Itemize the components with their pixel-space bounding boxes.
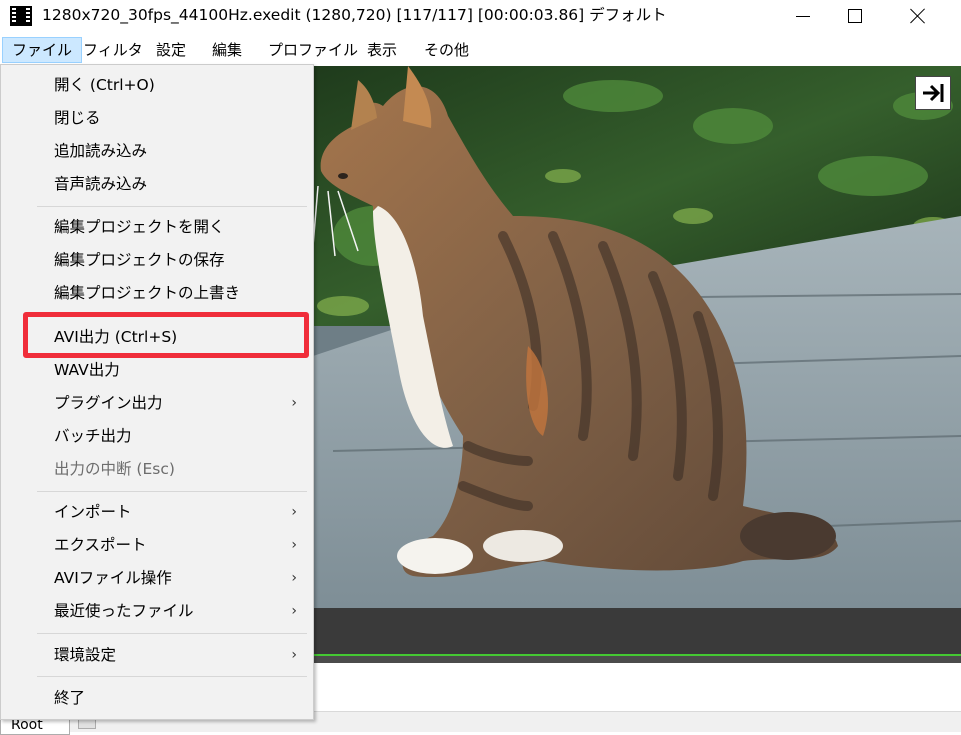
menu-item-label: 編集プロジェクトを開く bbox=[54, 218, 225, 236]
menu-filter[interactable]: フィルタ bbox=[74, 37, 152, 63]
menu-edit[interactable]: 編集 bbox=[203, 37, 251, 63]
menu-other[interactable]: その他 bbox=[415, 37, 478, 63]
video-preview bbox=[313, 66, 961, 608]
menu-item-open[interactable]: 開く (Ctrl+O) bbox=[3, 69, 311, 102]
menu-settings[interactable]: 設定 bbox=[147, 37, 195, 63]
preview-divider bbox=[313, 656, 961, 663]
menu-item-preferences[interactable]: 環境設定 › bbox=[3, 639, 311, 672]
menu-item-label: 終了 bbox=[54, 689, 86, 707]
menu-item-label: WAV出力 bbox=[54, 361, 120, 379]
menu-item-batch-output[interactable]: バッチ出力 bbox=[3, 420, 311, 453]
submenu-arrow-icon: › bbox=[291, 537, 297, 553]
film-icon bbox=[10, 6, 32, 26]
menu-item-abort-output: 出力の中断 (Esc) bbox=[3, 453, 311, 486]
menu-item-recent-files[interactable]: 最近使ったファイル › bbox=[3, 595, 311, 628]
menu-separator bbox=[37, 676, 307, 677]
timeline-area bbox=[313, 663, 961, 711]
menu-profile[interactable]: プロファイル bbox=[259, 37, 367, 63]
menu-item-export[interactable]: エクスポート › bbox=[3, 529, 311, 562]
annotation-highlight-box bbox=[23, 312, 309, 358]
menu-separator bbox=[37, 206, 307, 207]
menu-item-label: 環境設定 bbox=[54, 646, 117, 664]
title-bar: 1280x720_30fps_44100Hz.exedit (1280,720)… bbox=[0, 0, 961, 32]
minimize-button[interactable] bbox=[780, 0, 826, 32]
close-icon bbox=[910, 8, 926, 24]
window-title: 1280x720_30fps_44100Hz.exedit (1280,720)… bbox=[42, 6, 667, 24]
menu-file[interactable]: ファイル bbox=[2, 37, 83, 63]
menu-item-save-project[interactable]: 編集プロジェクトの保存 bbox=[3, 244, 311, 277]
menu-item-audio-load[interactable]: 音声読み込み bbox=[3, 168, 311, 201]
cat-preview-image bbox=[313, 66, 961, 608]
menu-item-label: 最近使ったファイル bbox=[54, 602, 194, 620]
menu-item-overwrite-project[interactable]: 編集プロジェクトの上書き bbox=[3, 277, 311, 310]
menu-item-label: 編集プロジェクトの保存 bbox=[54, 251, 225, 269]
menu-view[interactable]: 表示 bbox=[358, 37, 406, 63]
preview-dock-button[interactable] bbox=[915, 76, 951, 110]
menu-item-plugin-output[interactable]: プラグイン出力 › bbox=[3, 387, 311, 420]
maximize-button[interactable] bbox=[832, 0, 878, 32]
submenu-arrow-icon: › bbox=[291, 603, 297, 619]
menu-item-import[interactable]: インポート › bbox=[3, 496, 311, 529]
file-menu-dropdown: 開く (Ctrl+O) 閉じる 追加読み込み 音声読み込み 編集プロジェクトを開… bbox=[0, 64, 314, 720]
menu-item-label: エクスポート bbox=[54, 536, 147, 554]
menu-item-open-project[interactable]: 編集プロジェクトを開く bbox=[3, 211, 311, 244]
close-button[interactable] bbox=[895, 0, 941, 32]
menu-item-wav-output[interactable]: WAV出力 bbox=[3, 354, 311, 387]
menu-item-avi-file-ops[interactable]: AVIファイル操作 › bbox=[3, 562, 311, 595]
menu-item-append-load[interactable]: 追加読み込み bbox=[3, 135, 311, 168]
seek-bar[interactable] bbox=[313, 608, 961, 654]
submenu-arrow-icon: › bbox=[291, 647, 297, 663]
menu-item-exit[interactable]: 終了 bbox=[3, 682, 311, 715]
menu-item-close[interactable]: 閉じる bbox=[3, 102, 311, 135]
menu-item-label: 出力の中断 (Esc) bbox=[54, 460, 175, 478]
menu-item-label: 音声読み込み bbox=[54, 175, 148, 193]
menu-separator bbox=[37, 633, 307, 634]
menu-item-label: 閉じる bbox=[54, 109, 101, 127]
menu-item-label: 開く (Ctrl+O) bbox=[54, 76, 155, 94]
submenu-arrow-icon: › bbox=[291, 504, 297, 520]
submenu-arrow-icon: › bbox=[291, 395, 297, 411]
maximize-icon bbox=[848, 9, 862, 23]
menu-item-label: インポート bbox=[54, 503, 132, 521]
arrow-to-right-bar-icon bbox=[923, 84, 944, 102]
menu-item-label: プラグイン出力 bbox=[54, 394, 163, 412]
menu-item-label: 編集プロジェクトの上書き bbox=[54, 284, 241, 302]
menu-bar: ファイル フィルタ 設定 編集 プロファイル 表示 その他 bbox=[0, 34, 961, 64]
submenu-arrow-icon: › bbox=[291, 570, 297, 586]
menu-separator bbox=[37, 491, 307, 492]
minimize-icon bbox=[796, 15, 810, 17]
menu-item-label: 追加読み込み bbox=[54, 142, 148, 160]
menu-item-label: AVIファイル操作 bbox=[54, 569, 172, 587]
menu-item-label: バッチ出力 bbox=[54, 427, 132, 445]
